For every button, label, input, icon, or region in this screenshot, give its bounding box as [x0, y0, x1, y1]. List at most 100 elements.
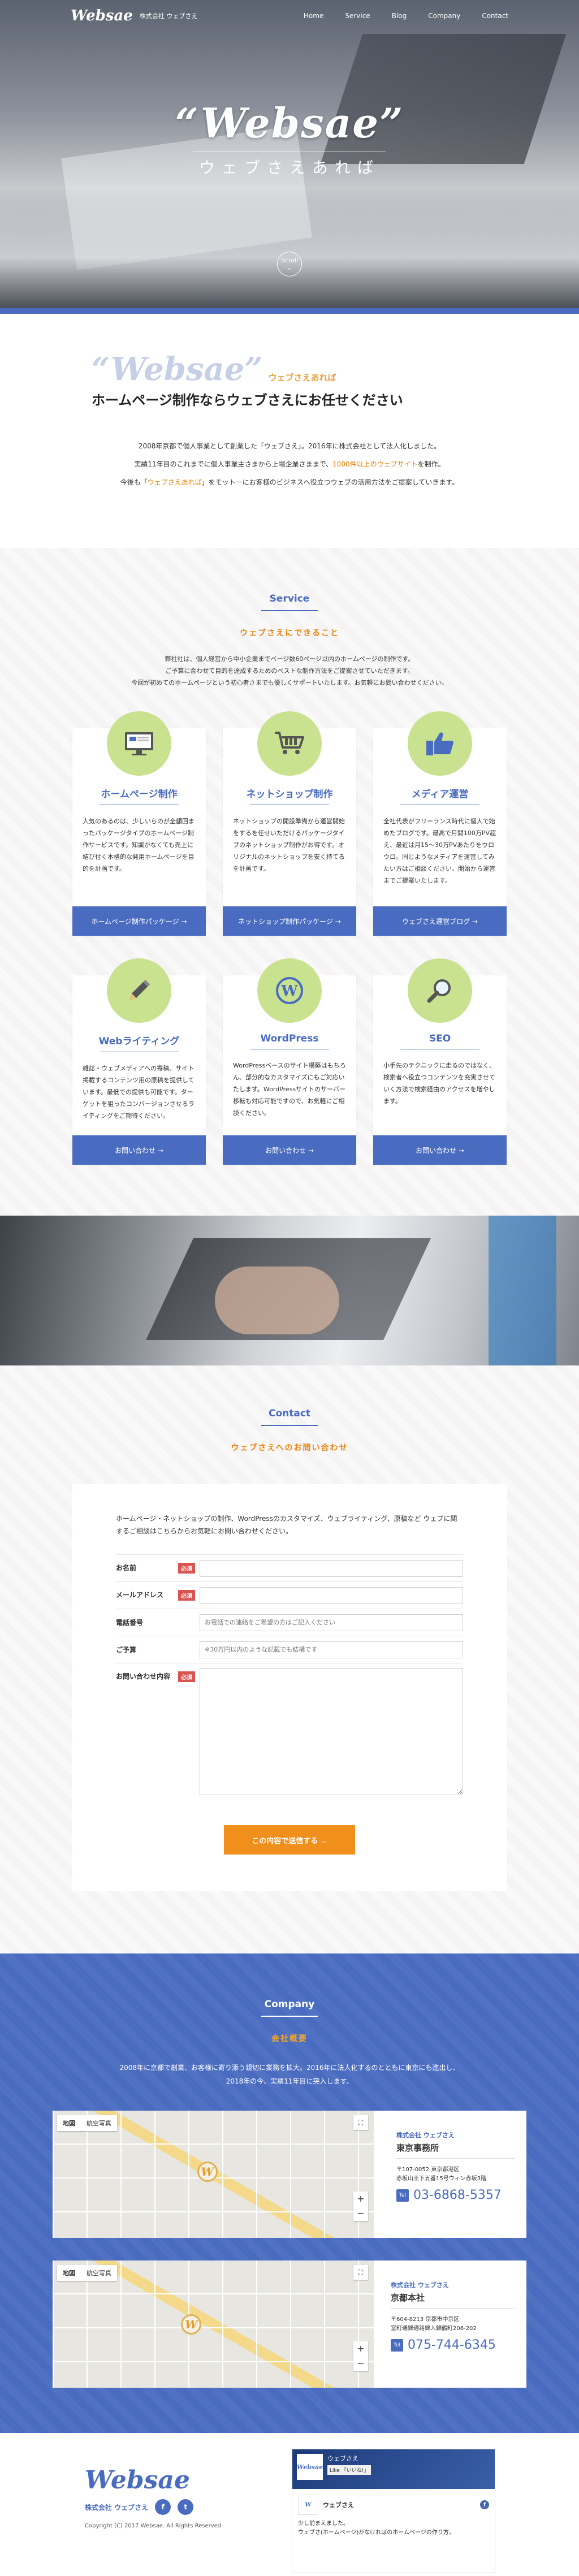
message-field[interactable] [200, 1668, 463, 1795]
name-field[interactable] [200, 1559, 463, 1577]
office-name: 東京事務所 [396, 2142, 515, 2159]
facebook-icon: f [480, 2500, 489, 2509]
scroll-button[interactable]: Scroll ⌄ [277, 252, 302, 276]
required-badge: 必須 [178, 1590, 195, 1601]
map-type-tabs: 地図 航空写真 [57, 2265, 117, 2281]
zoom-out-icon[interactable]: − [353, 2206, 368, 2221]
map-pin-icon[interactable]: W [197, 2162, 218, 2182]
map-tab-map[interactable]: 地図 [57, 2265, 81, 2281]
writing-contact-button[interactable]: お問い合わせ → [72, 1135, 206, 1165]
map-tab-map[interactable]: 地図 [57, 2115, 81, 2131]
twitter-icon[interactable]: t [178, 2499, 194, 2515]
fb-page-thumbnail[interactable]: Websae [297, 2454, 323, 2480]
service-section: Service ウェブさえにできること 弊社社は、個人経営から中小企業までページ… [0, 548, 579, 1216]
map-tab-satellite[interactable]: 航空写真 [81, 2115, 117, 2131]
map-pin-icon[interactable]: W [181, 2314, 202, 2335]
office-name: 京都本社 [391, 2292, 515, 2309]
required-badge: 必須 [178, 1563, 195, 1574]
form-row-email: メールアドレス 必須 [116, 1581, 463, 1609]
form-intro: ホームページ・ネットショップの制作、WordPressのカスタマイズ、ウェブライ… [116, 1515, 457, 1535]
copyright: Copyright (C) 2017 Websae. All Rights Re… [85, 2523, 223, 2529]
facebook-icon[interactable]: f [155, 2499, 171, 2515]
phone-field[interactable] [200, 1614, 463, 1631]
phone-icon: Tel [396, 2189, 409, 2202]
form-row-phone: 電話番号 [116, 1609, 463, 1636]
phone-icon: Tel [391, 2339, 403, 2352]
footer-company: 株式会社 ウェブさえ [85, 2503, 149, 2512]
contact-title: Contact [268, 1408, 311, 1419]
wordpress-contact-button[interactable]: お問い合わせ → [223, 1135, 356, 1165]
site-logo[interactable]: Websae [71, 7, 133, 24]
office-tokyo: 地図 航空写真 ⛶ W + − 株式会社 ウェブさえ 東京事務所 〒107-00… [53, 2111, 526, 2238]
fb-like-button[interactable]: Like 「いいね!」 [327, 2465, 371, 2475]
magnifier-icon [408, 958, 472, 1023]
kyoto-info: 株式会社 ウェブさえ 京都本社 〒604-8213 京都市中京区 室町通錦通路錦… [374, 2261, 526, 2388]
submit-button[interactable]: この内容で送信する → [224, 1825, 355, 1855]
monitor-icon [107, 711, 171, 776]
netshop-package-button[interactable]: ネットショップ制作パッケージ → [223, 906, 356, 936]
zoom-out-icon[interactable]: − [353, 2356, 368, 2371]
wordpress-icon: W [257, 958, 322, 1023]
contact-form: ホームページ・ネットショップの制作、WordPressのカスタマイズ、ウェブライ… [72, 1484, 507, 1891]
tokyo-map[interactable]: 地図 航空写真 ⛶ W + − [53, 2111, 374, 2238]
service-subtitle: ウェブさえにできること [240, 629, 339, 638]
nav-service[interactable]: Service [345, 12, 370, 20]
service-cards-2: Webライティング 雑誌・ウェブメディアへの寄稿、サイト掲載するコンテンツ用の原… [0, 958, 579, 1165]
company-title: Company [264, 1999, 315, 2010]
service-card-seo: SEO 小手先のテクニックに走るのではなく、検索者へ役立つコンテンツを充実させて… [373, 958, 507, 1165]
zoom-in-icon[interactable]: + [353, 2192, 368, 2206]
homepage-package-button[interactable]: ホームページ制作パッケージ → [72, 906, 206, 936]
intro-heading: ホームページ制作ならウェブさえにお任せください [92, 392, 403, 408]
intro-logo: “Websae” [92, 351, 263, 388]
svg-text:W: W [280, 983, 298, 1000]
site-footer: Websae 株式会社 ウェブさえ f t Copyright (C) 2017… [0, 2433, 579, 2576]
service-text: 弊社社は、個人経営から中小企業までページ数60ページ以内のホームページの制作です… [131, 655, 448, 686]
intro-text: 2008年京都で個人事業として創業した「ウェブさえ」。2016年に株式会社として… [120, 442, 459, 486]
service-card-wordpress: W WordPress WordPressベースのサイト構築はもちろん、部分的な… [223, 958, 356, 1165]
intro-tagline: ウェブさえあれば [268, 373, 336, 383]
zoom-in-icon[interactable]: + [353, 2341, 368, 2356]
media-blog-button[interactable]: ウェブさえ運営ブログ → [373, 906, 507, 936]
office-address: 〒107-0052 東京都港区 赤坂山王下五番15号ウィン赤坂3階 [396, 2167, 487, 2182]
main-nav: Home Service Blog Company Contact [304, 12, 508, 20]
zoom-control: + − [353, 2341, 368, 2371]
pencil-icon [107, 958, 171, 1023]
zoom-control: + − [353, 2192, 368, 2221]
cart-icon [257, 711, 322, 776]
fb-page-name[interactable]: ウェブさえ [327, 2454, 371, 2463]
office-tel: Tel 075-744-6345 [391, 2338, 515, 2352]
company-section: Company 会社概要 2008年に京都で創業、お客様に寄り添う親切に業務を拡… [0, 1953, 579, 2433]
email-field[interactable] [200, 1587, 463, 1604]
service-card-netshop: ネットショップ制作 ネットショップの開設準備から運営開始をするを任せいただけるパ… [223, 711, 356, 936]
intro-section: “Websae” ウェブさえあれば ホームページ制作ならウェブさえにお任せくださ… [0, 314, 579, 548]
facebook-widget: Websae ウェブさえ Like 「いいね!」 W ウェブさえ f 少し前まえ… [292, 2449, 495, 2573]
nav-contact[interactable]: Contact [482, 12, 508, 20]
contact-subtitle: ウェブさえへのお問い合わせ [231, 1443, 348, 1453]
service-title: Service [269, 593, 310, 604]
nav-company[interactable]: Company [428, 12, 460, 20]
contact-section: Contact ウェブさえへのお問い合わせ ホームページ・ネットショップの制作、… [0, 1365, 579, 1953]
thumbs-up-icon [408, 711, 472, 776]
company-name: 株式会社 ウェブさえ [139, 12, 198, 20]
office-kyoto: 地図 航空写真 ⛶ W + − 株式会社 ウェブさえ 京都本社 〒604-821… [53, 2261, 526, 2388]
seo-contact-button[interactable]: お問い合わせ → [373, 1135, 507, 1165]
tokyo-info: 株式会社 ウェブさえ 東京事務所 〒107-0052 東京都港区 赤坂山王下五番… [374, 2111, 526, 2238]
map-tab-satellite[interactable]: 航空写真 [81, 2265, 117, 2281]
fullscreen-icon[interactable]: ⛶ [353, 2265, 368, 2280]
form-row-message: お問い合わせ内容 必須 [116, 1663, 463, 1800]
nav-home[interactable]: Home [304, 12, 323, 20]
form-row-name: お名前 必須 [116, 1554, 463, 1581]
footer-logo[interactable]: Websae [85, 2466, 190, 2495]
budget-field[interactable] [200, 1641, 463, 1658]
kyoto-tel-link[interactable]: 075-744-6345 [408, 2338, 496, 2352]
office-tel: Tel 03-6868-5357 [396, 2188, 515, 2202]
fullscreen-icon[interactable]: ⛶ [353, 2115, 368, 2130]
footer-brand: Websae 株式会社 ウェブさえ f t Copyright (C) 2017… [85, 2449, 223, 2576]
service-cards: ホームページ制作 人気のあるのは、少しいらのが全額回まったパッケージタイプのホー… [0, 711, 579, 936]
office-address: 〒604-8213 京都市中京区 室町通錦通路錦入錦鶴町208-202 [391, 2316, 477, 2332]
hero-title-block: “Websae” ウェブさえあれば [0, 99, 579, 178]
kyoto-map[interactable]: 地図 航空写真 ⛶ W + − [53, 2261, 374, 2388]
nav-blog[interactable]: Blog [392, 12, 407, 20]
service-card-homepage: ホームページ制作 人気のあるのは、少しいらのが全額回まったパッケージタイプのホー… [72, 711, 206, 936]
tokyo-tel-link[interactable]: 03-6868-5357 [413, 2188, 502, 2202]
